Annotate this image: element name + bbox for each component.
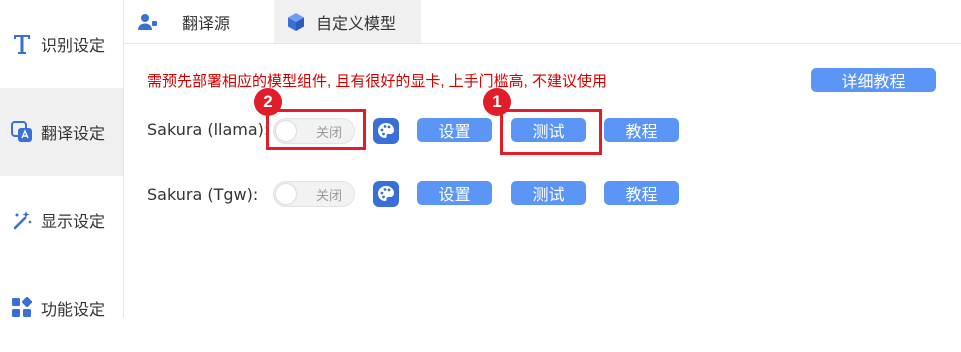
sakura-llama-settings-button[interactable]: 设置 <box>417 118 492 142</box>
sidebar-item-label: 显示设定 <box>41 212 106 231</box>
tab-label: 翻译源 <box>182 13 231 33</box>
tab-label: 自定义模型 <box>316 13 397 33</box>
tab-custom-model[interactable]: 自定义模型 <box>274 0 421 43</box>
magic-wand-icon <box>11 209 33 231</box>
sakura-tgw-tutorial-button[interactable]: 教程 <box>604 181 679 205</box>
tab-translation-source[interactable]: 翻译源 <box>136 0 270 43</box>
text-t-icon <box>11 33 33 55</box>
sakura-tgw-toggle[interactable]: 关闭 <box>273 181 355 207</box>
user-key-icon <box>138 12 158 32</box>
toggle-knob <box>276 184 296 204</box>
tab-bar: 翻译源 自定义模型 <box>124 0 961 44</box>
sidebar-item-features[interactable]: 功能设定 <box>0 264 123 352</box>
toggle-state-label: 关闭 <box>316 189 343 204</box>
sidebar-item-display[interactable]: 显示设定 <box>0 176 123 264</box>
sidebar-item-label: 翻译设定 <box>41 124 106 143</box>
grid-icon <box>11 297 33 319</box>
cube-icon <box>286 12 306 32</box>
annotation-marker-1: 1 <box>483 88 511 116</box>
warning-text: 需预先部署相应的模型组件, 且有很好的显卡, 上手门槛高, 不建议使用 <box>147 73 608 90</box>
sidebar-item-recognition[interactable]: 识别设定 <box>0 0 123 88</box>
sakura-tgw-test-button[interactable]: 测试 <box>511 181 586 205</box>
detail-tutorial-button[interactable]: 详细教程 <box>811 68 936 92</box>
sakura-tgw-settings-button[interactable]: 设置 <box>417 181 492 205</box>
annotation-box-test <box>500 109 602 155</box>
palette-icon[interactable] <box>373 118 399 144</box>
sidebar-item-translation[interactable]: 翻译设定 <box>0 88 123 176</box>
sakura-llama-tutorial-button[interactable]: 教程 <box>604 118 679 142</box>
annotation-box-toggle <box>266 109 366 150</box>
sakura-llama-label: Sakura (llama): <box>147 120 270 139</box>
sidebar-item-label: 识别设定 <box>41 36 106 55</box>
sidebar: 识别设定 翻译设定 显示设定 功能设定 <box>0 0 124 319</box>
annotation-marker-2: 2 <box>254 88 282 116</box>
translate-icon <box>11 121 33 143</box>
sakura-tgw-label: Sakura (Tgw): <box>147 185 259 204</box>
palette-icon[interactable] <box>373 181 399 207</box>
sidebar-item-label: 功能设定 <box>41 300 106 319</box>
